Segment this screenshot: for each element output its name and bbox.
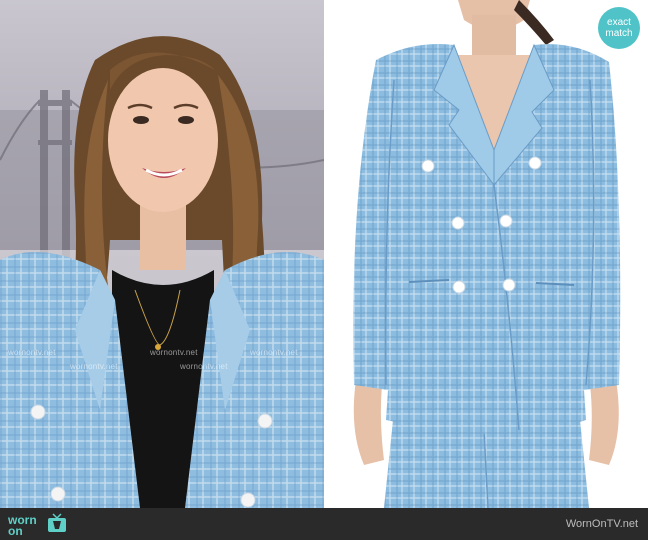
- watermark-text: wornontv.net: [70, 362, 118, 371]
- model-hair: [514, 0, 554, 45]
- watermark-text: wornontv.net: [180, 362, 228, 371]
- product-photo: [324, 0, 648, 508]
- footer-bar: worn on WornOnTV.net: [0, 508, 648, 540]
- watermark-text: wornontv.net: [250, 348, 298, 357]
- tv-host-illustration: [0, 0, 324, 508]
- badge-line-1: exact: [607, 17, 631, 28]
- model-left-hand: [353, 380, 384, 465]
- badge-line-2: match: [605, 28, 633, 39]
- watermark-text: wornontv.net: [150, 348, 198, 357]
- tv-icon: [48, 513, 66, 532]
- model-right-hand: [589, 380, 619, 465]
- watermark-text: wornontv.net: [8, 348, 56, 357]
- wornontv-logo: worn on: [6, 512, 86, 538]
- exact-match-badge: exact match: [598, 7, 640, 49]
- site-label: WornOnTV.net: [565, 518, 638, 530]
- logo-line-2: on: [8, 524, 23, 538]
- face: [108, 68, 218, 212]
- product-illustration: [353, 0, 621, 508]
- tv-host-photo: wornontv.net wornontv.net wornontv.net w…: [0, 0, 324, 508]
